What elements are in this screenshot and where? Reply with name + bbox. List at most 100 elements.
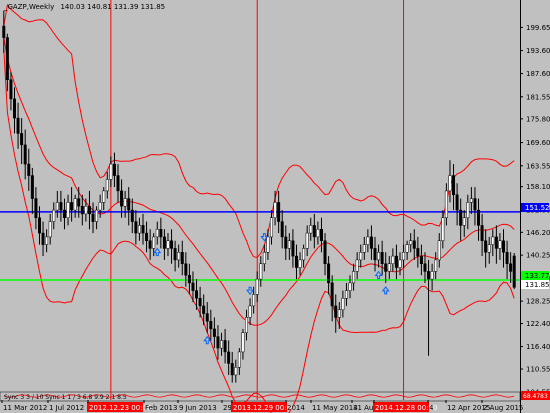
time-tick-label: 11 Mar 2012 [3,404,47,412]
candle-body [255,278,259,295]
candle-body [327,263,331,284]
candle-body [291,240,295,257]
candle-body [373,248,377,261]
candle-body [380,252,384,265]
candle-body [502,240,506,253]
candle-body [334,305,338,318]
candle-body [105,179,109,192]
candle-body [284,236,288,249]
candle-body [437,240,441,261]
candle-body [209,321,213,330]
time-tick-label: 1 Jul 2012 [49,404,84,412]
candle-body [137,225,141,234]
candle-body [248,305,252,318]
price-tick-label: 163.55 [526,162,550,170]
candle-body [141,225,145,234]
candle-body [52,209,56,222]
candle-body [116,175,120,192]
indicator-value-label: 68.4783 [523,393,548,400]
chart-window[interactable]: 199.65 193.60 187.60 181.55 175.80 169.60 163.… [0,0,550,413]
candle-body [162,236,166,249]
green-level-price-label: 133.77 [525,272,550,280]
candle-body [512,255,516,288]
candle-body [344,290,348,299]
candle-body [95,209,99,222]
candle-body [462,217,466,226]
price-tick-label: 158.10 [526,183,550,191]
time-tick-label: 9 Jun 2013 [179,404,217,412]
price-tick-label: 122.40 [526,320,550,328]
candle-body [423,263,427,272]
candle-body [409,240,413,245]
candle-body [312,225,316,238]
symbol-ohlc: 140.03 140.81 131.39 131.85 [60,3,166,11]
candle-body [319,228,323,241]
candle-body [352,271,356,284]
candle-body [166,240,170,249]
candle-body [195,290,199,299]
candle-body [230,363,234,376]
time-tick-label: 2014 [287,404,305,412]
candle-body [477,209,481,226]
candle-body [227,351,231,364]
time-tick-label: 2 Aug 2015 [483,404,523,412]
candle-body [348,282,352,291]
candle-body [187,275,191,284]
candle-body [48,221,52,238]
time-tick-label: 2012.12.23 00:00 [89,404,151,412]
price-tick-label: 175.80 [526,115,550,123]
candle-body [441,217,445,241]
candle-body [34,198,38,218]
candle-body [23,144,27,165]
candle-body [55,202,59,211]
candle-body [259,263,263,280]
candle-body [62,209,66,218]
candle-body [337,309,341,318]
candle-body [20,133,24,146]
candle-body [130,209,134,222]
blue-level-price-label: 151.52 [525,204,550,212]
candle-body [480,225,484,241]
candle-body [430,271,434,280]
candle-body [402,252,406,261]
candle-body [241,332,245,353]
candle-body [245,317,249,334]
candle-body [302,248,306,261]
candle-body [155,228,159,238]
last-price-label: 131.85 [525,281,550,289]
time-tick-label: Feb 2013 [145,404,177,412]
candle-body [484,240,488,253]
candle-body [45,236,49,245]
candle-body [294,255,298,268]
price-tick-label: 146.20 [526,229,550,237]
candle-body [323,240,327,265]
candle-body [37,217,41,234]
candle-body [394,255,398,268]
candle-body [366,236,370,245]
price-tick-label: 169.60 [526,139,550,147]
candle-body [170,240,174,249]
time-tick-label: 29 [223,404,232,412]
price-chart[interactable]: 199.65 193.60 187.60 181.55 175.80 169.60 163.… [0,0,550,413]
candle-body [98,202,102,211]
candle-body [252,294,256,307]
price-tick-label: 110.55 [526,365,550,373]
time-tick-label: 4 [429,404,434,412]
candle-body [277,202,281,222]
candle-body [127,198,131,211]
candle-body [148,240,152,249]
candle-body [509,263,513,272]
candle-body [237,351,241,368]
candle-body [91,213,95,222]
candle-body [452,175,456,195]
candle-body [112,163,116,176]
candle-body [16,117,20,134]
symbol-name: _GAZP,Weekly [4,3,55,11]
candle-body [66,202,70,218]
candle-body [212,328,216,337]
candle-body [41,232,45,245]
candle-body [298,259,302,268]
candle-body [269,217,273,238]
candle-body [494,236,498,249]
candle-body [505,252,509,265]
